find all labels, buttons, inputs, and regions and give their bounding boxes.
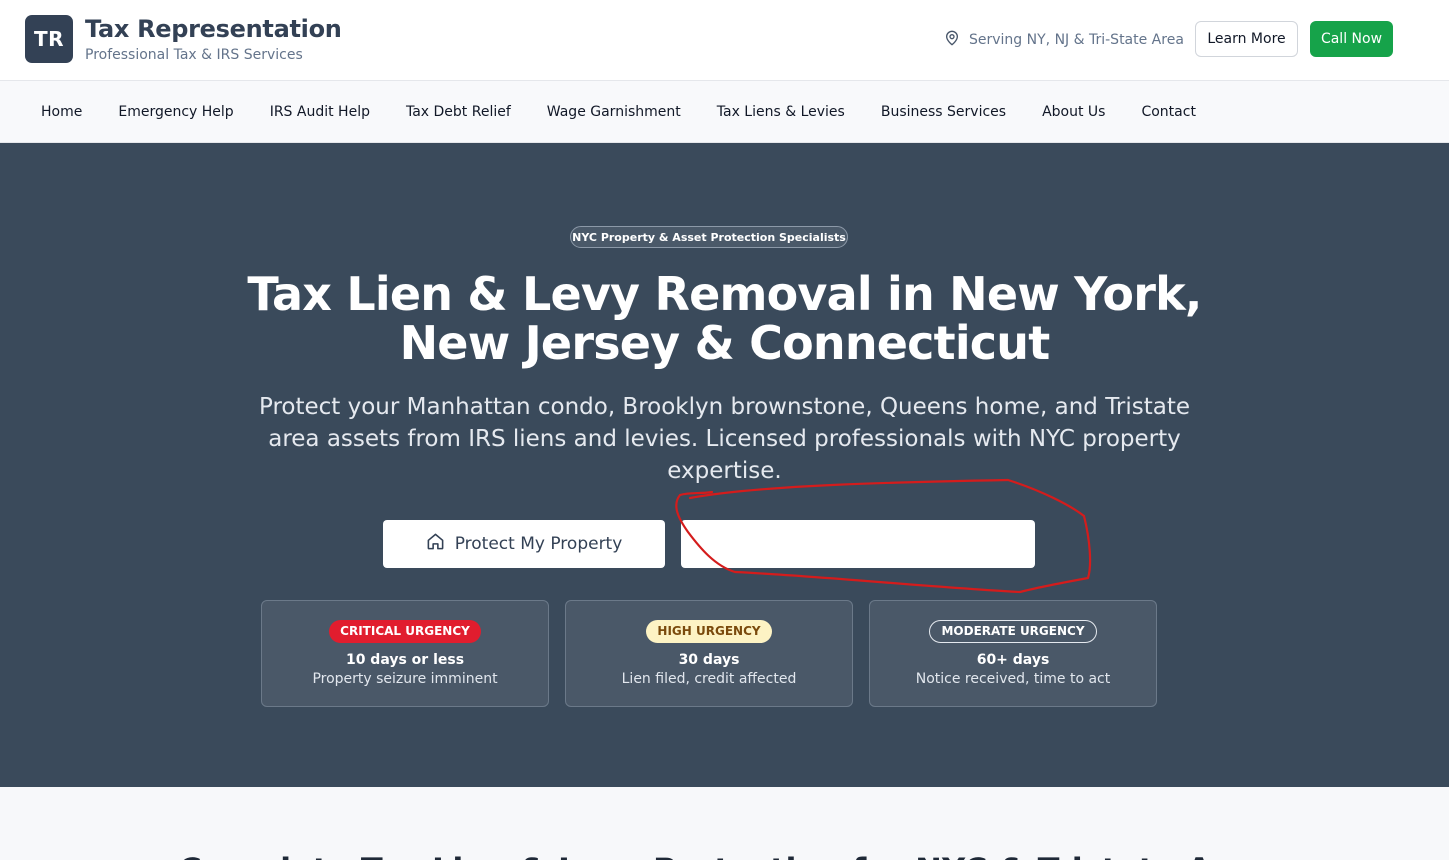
nav-item-wage-garnishment[interactable]: Wage Garnishment <box>529 104 699 120</box>
card-note: Lien filed, credit affected <box>621 671 797 687</box>
nav-item-about-us[interactable]: About Us <box>1024 104 1123 120</box>
learn-more-button[interactable]: Learn More <box>1195 21 1298 57</box>
hero-title: Tax Lien & Levy Removal in New York, New… <box>200 270 1249 368</box>
card-note: Notice received, time to act <box>915 671 1111 687</box>
brand-subtitle: Professional Tax & IRS Services <box>85 47 303 63</box>
urgency-card-high: HIGH URGENCY 30 days Lien filed, credit … <box>565 600 853 707</box>
services-section: Complete Tax Lien & Levy Protection for … <box>0 787 1449 860</box>
service-area-text: Serving NY, NJ & Tri-State Area <box>969 32 1184 48</box>
logo[interactable]: TR <box>25 15 73 63</box>
site-header: TR Tax Representation Professional Tax &… <box>0 0 1449 81</box>
specialist-badge: NYC Property & Asset Protection Speciali… <box>570 226 848 248</box>
critical-urgency-badge: CRITICAL URGENCY <box>329 620 481 643</box>
nav-item-emergency-help[interactable]: Emergency Help <box>100 104 251 120</box>
hero-description: Protect your Manhattan condo, Brooklyn b… <box>258 394 1190 484</box>
urgency-card-critical: CRITICAL URGENCY 10 days or less Propert… <box>261 600 549 707</box>
protect-my-property-label: Protect My Property <box>454 534 623 554</box>
card-note: Property seizure imminent <box>312 671 498 687</box>
urgency-card-moderate: MODERATE URGENCY 60+ days Notice receive… <box>869 600 1157 707</box>
hero-title-line-2: New Jersey & Connecticut <box>399 316 1051 370</box>
moderate-urgency-badge: MODERATE URGENCY <box>929 620 1097 643</box>
nav-item-business-services[interactable]: Business Services <box>863 104 1024 120</box>
secondary-cta-button[interactable] <box>681 520 1035 568</box>
hero-title-line-1: Tax Lien & Levy Removal in New York, <box>247 267 1202 321</box>
high-urgency-badge: HIGH URGENCY <box>646 620 772 643</box>
services-heading: Complete Tax Lien & Levy Protection for … <box>0 851 1449 860</box>
home-icon <box>426 532 445 556</box>
call-now-button[interactable]: Call Now <box>1310 21 1393 57</box>
card-days: 30 days <box>678 652 740 668</box>
brand-title[interactable]: Tax Representation <box>85 15 342 43</box>
nav-item-tax-liens-levies[interactable]: Tax Liens & Levies <box>699 104 863 120</box>
nav-item-tax-debt-relief[interactable]: Tax Debt Relief <box>388 104 529 120</box>
card-days: 10 days or less <box>345 652 465 668</box>
protect-my-property-button[interactable]: Protect My Property <box>383 520 665 568</box>
map-pin-icon <box>944 30 960 50</box>
nav-item-home[interactable]: Home <box>23 104 100 120</box>
nav-item-irs-audit-help[interactable]: IRS Audit Help <box>252 104 388 120</box>
main-nav: Home Emergency Help IRS Audit Help Tax D… <box>0 81 1449 143</box>
nav-item-contact[interactable]: Contact <box>1123 104 1213 120</box>
service-area: Serving NY, NJ & Tri-State Area <box>944 30 1184 50</box>
card-days: 60+ days <box>976 652 1050 668</box>
